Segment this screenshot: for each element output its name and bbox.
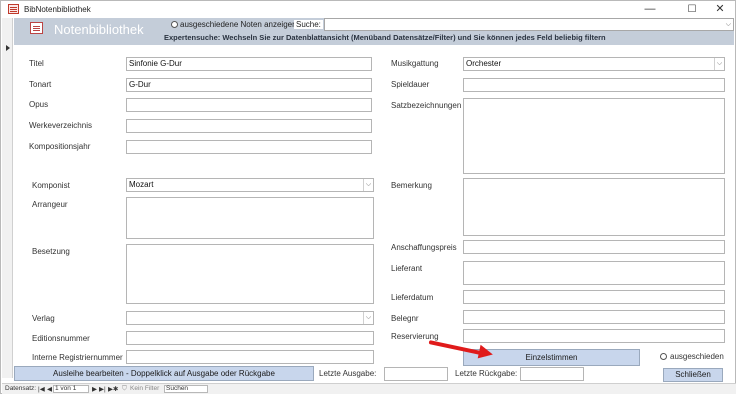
search-combobox[interactable]: ⌵: [324, 18, 734, 31]
editionsnummer-field[interactable]: [126, 331, 374, 345]
record-position-field[interactable]: 1 von 1: [53, 385, 89, 393]
letzte-rueckgabe-field[interactable]: [520, 367, 584, 381]
maximize-button[interactable]: ☐: [677, 1, 707, 18]
letzte-rueckgabe-label: Letzte Rückgabe:: [455, 369, 518, 378]
opus-field[interactable]: [126, 98, 372, 112]
lieferant-label: Lieferant: [391, 264, 423, 273]
schliessen-button[interactable]: Schließen: [663, 368, 723, 382]
anschaffungspreis-label: Anschaffungspreis: [391, 243, 457, 252]
new-record-icon[interactable]: ▶✱: [108, 385, 118, 393]
chevron-down-icon[interactable]: ⌵: [363, 179, 373, 191]
last-record-icon[interactable]: ▶|: [99, 385, 106, 393]
ausgeschieden-radio[interactable]: [660, 353, 667, 360]
show-retired-label: ausgeschiedene Noten anzeigen: [180, 20, 297, 29]
besetzung-label: Besetzung: [32, 247, 70, 256]
letzte-ausgabe-field[interactable]: [384, 367, 448, 381]
search-label: Suche:: [294, 20, 323, 29]
window-title: BibNotenbibliothek: [24, 5, 91, 14]
reservierung-field[interactable]: [463, 329, 725, 343]
belegnr-label: Belegnr: [391, 314, 419, 323]
musikgattung-label: Musikgattung: [391, 59, 439, 68]
registriernummer-label: Interne Registriernummer: [32, 353, 123, 362]
lieferant-field[interactable]: [463, 261, 725, 285]
tonart-label: Tonart: [29, 80, 52, 89]
musikgattung-combobox[interactable]: Orchester ⌵: [463, 57, 725, 71]
current-record-arrow-icon: [6, 45, 10, 51]
record-navigation-bar: Datensatz: |◀ ◀ 1 von 1 ▶ ▶| ▶✱ ⛉ Kein F…: [2, 383, 736, 394]
first-record-icon[interactable]: |◀: [38, 385, 45, 393]
verlag-label: Verlag: [32, 314, 55, 323]
bemerkung-field[interactable]: [463, 178, 725, 236]
ausleihe-bearbeiten-button[interactable]: Ausleihe bearbeiten - Doppelklick auf Au…: [14, 366, 314, 381]
lieferdatum-label: Lieferdatum: [391, 293, 434, 302]
next-record-icon[interactable]: ▶: [92, 385, 97, 393]
expert-search-hint: Expertensuche: Wechseln Sie zur Datenbla…: [164, 33, 606, 42]
library-icon: [30, 22, 43, 34]
lieferdatum-field[interactable]: [463, 290, 725, 304]
titel-field[interactable]: Sinfonie G-Dur: [126, 57, 372, 71]
opus-label: Opus: [29, 100, 49, 109]
komponist-label: Komponist: [32, 181, 70, 190]
arrangeur-label: Arrangeur: [32, 200, 68, 209]
no-filter-label[interactable]: Kein Filter: [130, 385, 159, 392]
app-icon: [8, 4, 19, 14]
form-title: Notenbibliothek: [54, 22, 144, 37]
werkeverzeichnis-field[interactable]: [126, 119, 372, 133]
kompositionsjahr-label: Kompositionsjahr: [29, 142, 91, 151]
annotation-arrow-icon: [477, 344, 495, 362]
close-button[interactable]: ✕: [705, 1, 735, 18]
chevron-down-icon[interactable]: ⌵: [714, 58, 724, 70]
chevron-down-icon[interactable]: ⌵: [363, 312, 373, 324]
komponist-combobox[interactable]: Mozart ⌵: [126, 178, 374, 192]
musikgattung-value: Orchester: [466, 59, 502, 68]
form-header: Notenbibliothek ausgeschiedene Noten anz…: [14, 18, 734, 45]
kompositionsjahr-field[interactable]: [126, 140, 372, 154]
arrangeur-field[interactable]: [126, 197, 374, 239]
show-retired-radio[interactable]: [171, 21, 178, 28]
besetzung-field[interactable]: [126, 244, 374, 304]
werkeverzeichnis-label: Werkeverzeichnis: [29, 121, 92, 130]
registriernummer-field[interactable]: [126, 350, 374, 364]
titel-label: Titel: [29, 59, 44, 68]
minimize-button[interactable]: —: [635, 1, 665, 18]
belegnr-field[interactable]: [463, 310, 725, 324]
spieldauer-label: Spieldauer: [391, 80, 430, 89]
navbar-label: Datensatz:: [5, 385, 37, 392]
chevron-down-icon[interactable]: ⌵: [726, 21, 731, 29]
satzbezeichnungen-field[interactable]: [463, 98, 725, 174]
application-window: BibNotenbibliothek — ☐ ✕ Notenbibliothek…: [0, 0, 736, 394]
anschaffungspreis-field[interactable]: [463, 240, 725, 254]
title-bar: BibNotenbibliothek — ☐ ✕: [1, 1, 735, 18]
filter-icon: ⛉: [122, 385, 127, 392]
bemerkung-label: Bemerkung: [391, 181, 432, 190]
komponist-value: Mozart: [129, 180, 154, 189]
letzte-ausgabe-label: Letzte Ausgabe:: [319, 369, 377, 378]
tonart-field[interactable]: G-Dur: [126, 78, 372, 92]
navbar-search-field[interactable]: Suchen: [164, 385, 208, 393]
record-selector[interactable]: [2, 18, 13, 378]
ausgeschieden-label: ausgeschieden: [670, 352, 724, 361]
spieldauer-field[interactable]: [463, 78, 725, 92]
satzbezeichnungen-label: Satzbezeichnungen: [391, 101, 462, 110]
editionsnummer-label: Editionsnummer: [32, 334, 90, 343]
verlag-combobox[interactable]: ⌵: [126, 311, 374, 325]
prev-record-icon[interactable]: ◀: [47, 385, 52, 393]
